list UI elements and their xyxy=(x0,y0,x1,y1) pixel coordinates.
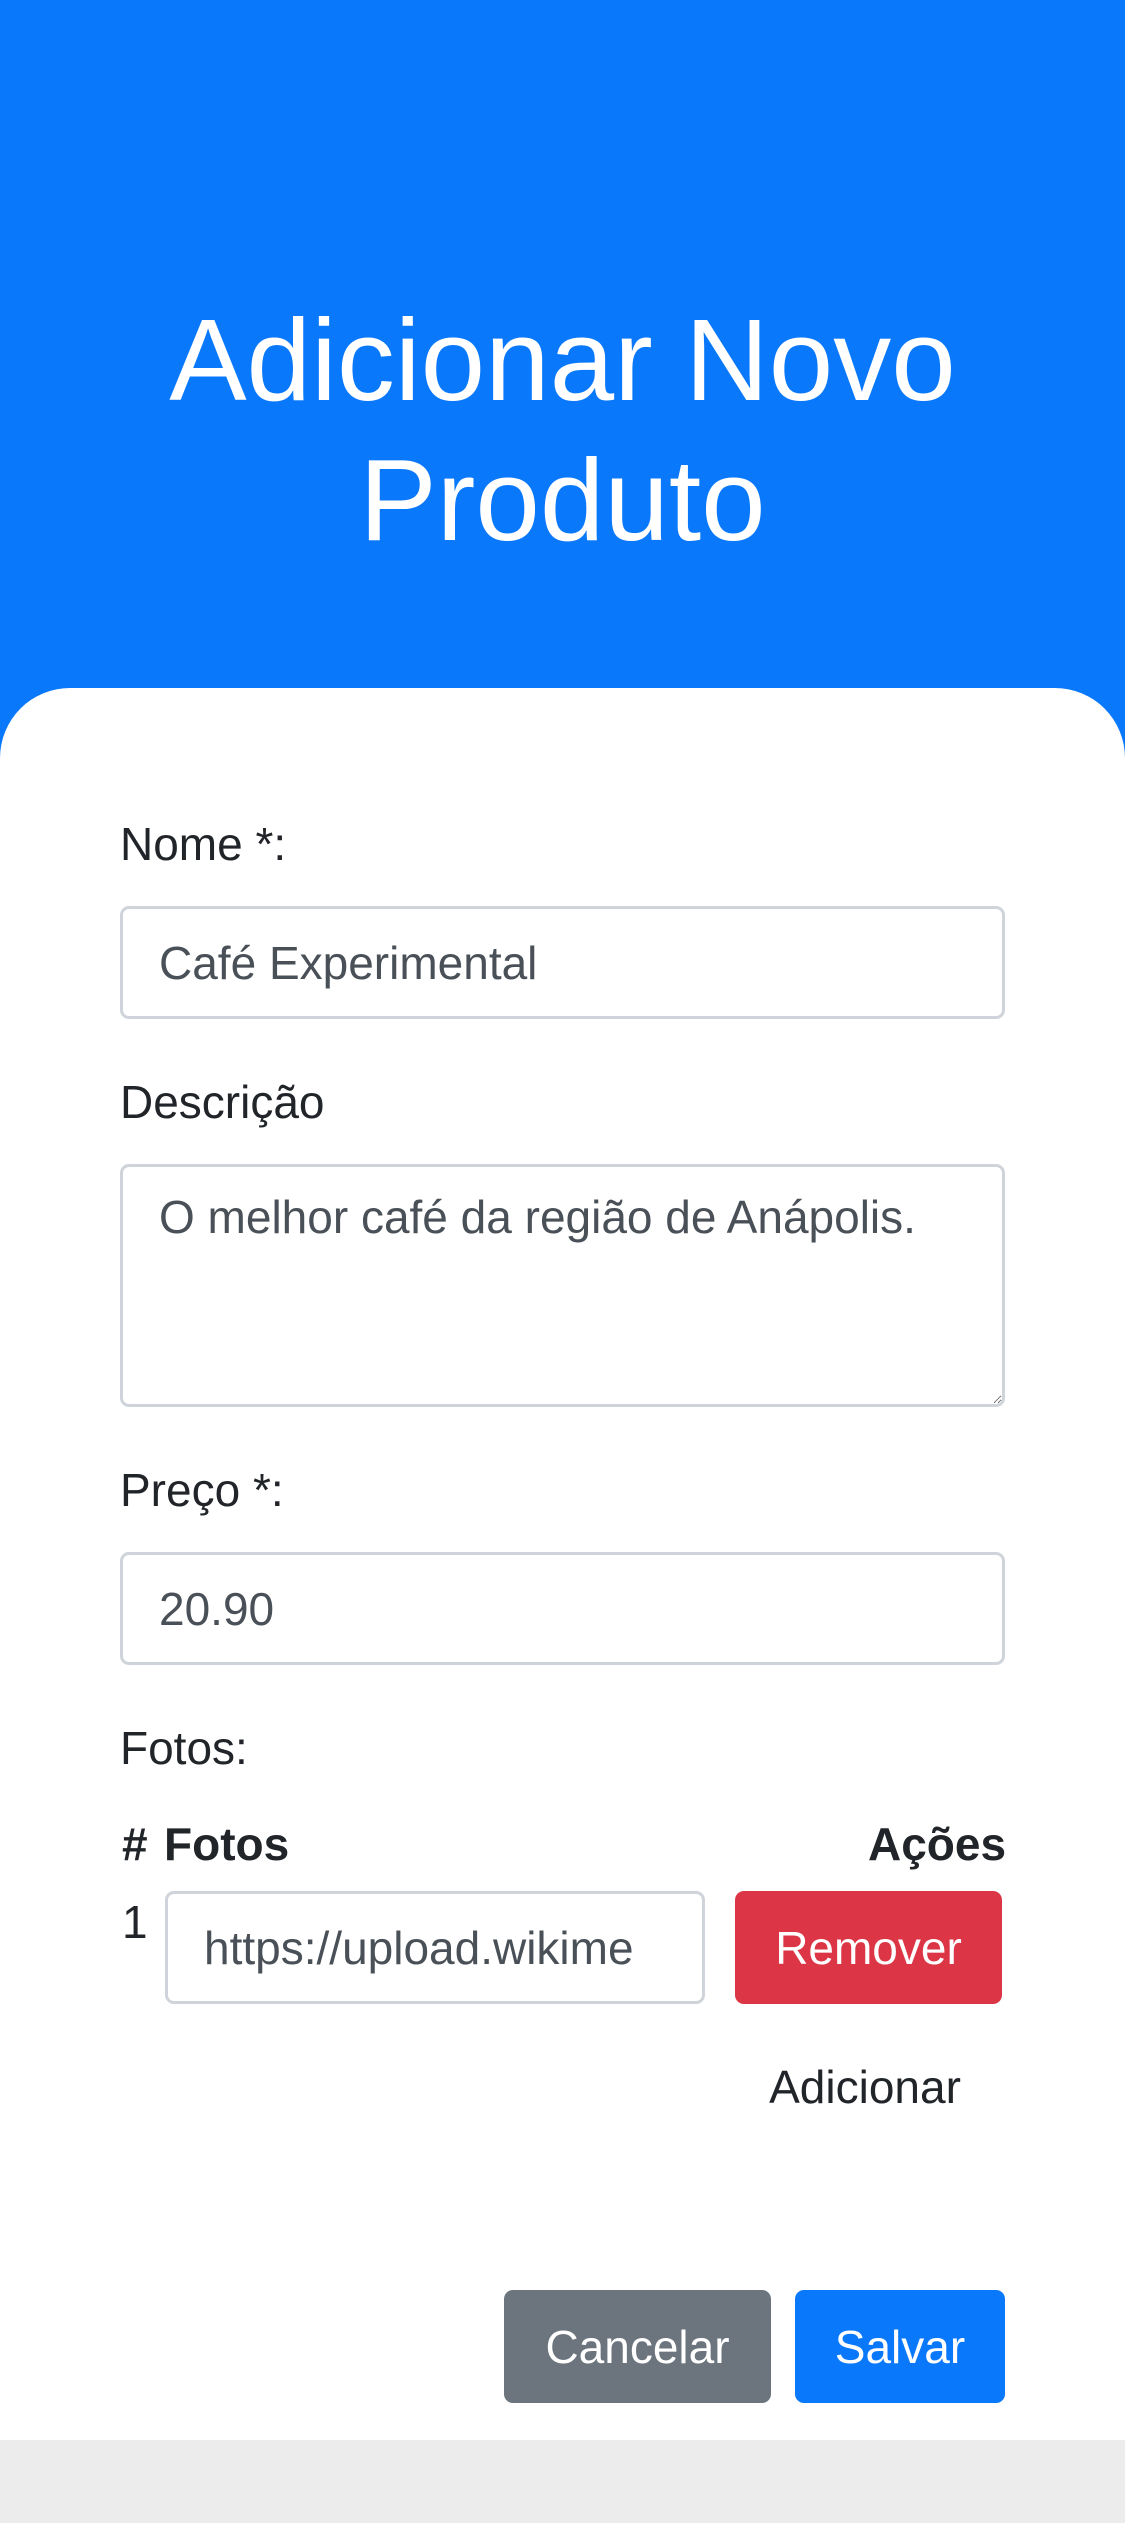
price-label: Preço *: xyxy=(120,1464,284,1516)
photos-label: Fotos: xyxy=(120,1722,248,1774)
header-banner: Adicionar Novo Produto xyxy=(0,0,1125,760)
remove-photo-button[interactable]: Remover xyxy=(735,1891,1002,2004)
description-textarea[interactable]: O melhor café da região de Anápolis. xyxy=(120,1164,1005,1407)
save-button[interactable]: Salvar xyxy=(795,2290,1005,2403)
cancel-button[interactable]: Cancelar xyxy=(504,2290,771,2403)
page-footer-bar xyxy=(0,2440,1125,2523)
add-photo-button[interactable]: Adicionar xyxy=(740,2054,990,2120)
price-input[interactable] xyxy=(120,1552,1005,1665)
name-input[interactable] xyxy=(120,906,1005,1019)
name-label: Nome *: xyxy=(120,818,287,870)
column-header-index: # xyxy=(122,1818,148,1870)
row-index: 1 xyxy=(122,1896,148,1948)
description-label: Descrição xyxy=(120,1076,325,1128)
page-title: Adicionar Novo Produto xyxy=(169,295,956,565)
photo-url-input[interactable] xyxy=(165,1891,705,2004)
column-header-actions: Ações xyxy=(868,1818,1007,1870)
column-header-photos: Fotos xyxy=(164,1818,290,1870)
